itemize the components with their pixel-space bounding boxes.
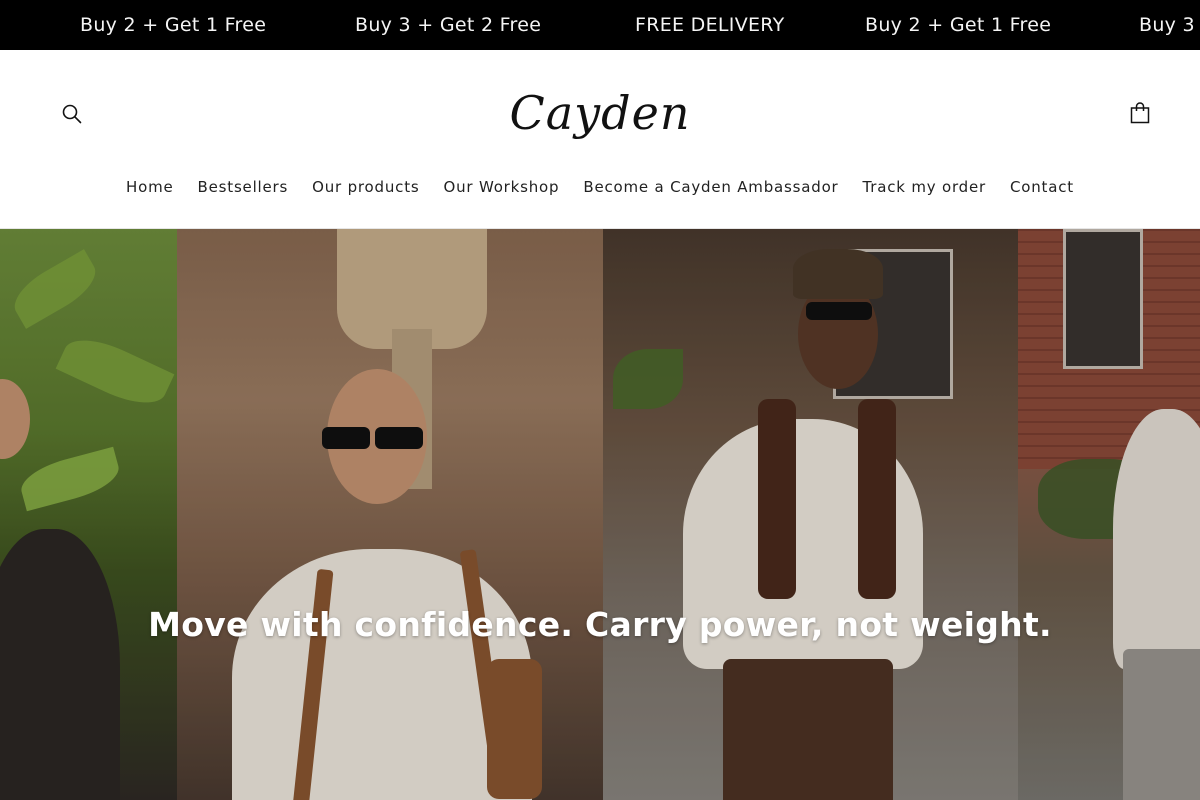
hero-banner: Move with confidence. Carry power, not w… <box>0 229 1200 800</box>
announcement-bar: Buy 2 + Get 1 Free Buy 3 + Get 2 Free FR… <box>0 0 1200 50</box>
search-button[interactable] <box>58 100 86 128</box>
site-logo[interactable]: Cayden <box>480 78 720 148</box>
nav-item-ambassador[interactable]: Become a Cayden Ambassador <box>571 174 850 200</box>
announcement-message: FREE DELIVERY <box>635 14 785 36</box>
nav-item-our-products[interactable]: Our products <box>300 174 431 200</box>
site-header: Cayden Home Bestsellers Our products Our… <box>0 50 1200 229</box>
nav-item-track-order[interactable]: Track my order <box>851 174 998 200</box>
nav-item-our-workshop[interactable]: Our Workshop <box>432 174 572 200</box>
logo-text: Cayden <box>509 86 691 140</box>
announcement-message: Buy 3 <box>1139 14 1195 36</box>
announcement-message: Buy 2 + Get 1 Free <box>80 14 267 36</box>
nav-item-home[interactable]: Home <box>114 174 186 200</box>
main-navigation: Home Bestsellers Our products Our Worksh… <box>0 174 1200 200</box>
hero-title: Move with confidence. Carry power, not w… <box>148 605 1052 644</box>
hero-overlay <box>0 229 1200 800</box>
nav-item-contact[interactable]: Contact <box>998 174 1086 200</box>
announcement-message: Buy 3 + Get 2 Free <box>355 14 542 36</box>
cart-button[interactable] <box>1126 98 1154 128</box>
search-icon <box>62 104 82 124</box>
shopping-bag-icon <box>1130 102 1150 124</box>
announcement-message: Buy 2 + Get 1 Free <box>865 14 1052 36</box>
nav-item-bestsellers[interactable]: Bestsellers <box>186 174 301 200</box>
